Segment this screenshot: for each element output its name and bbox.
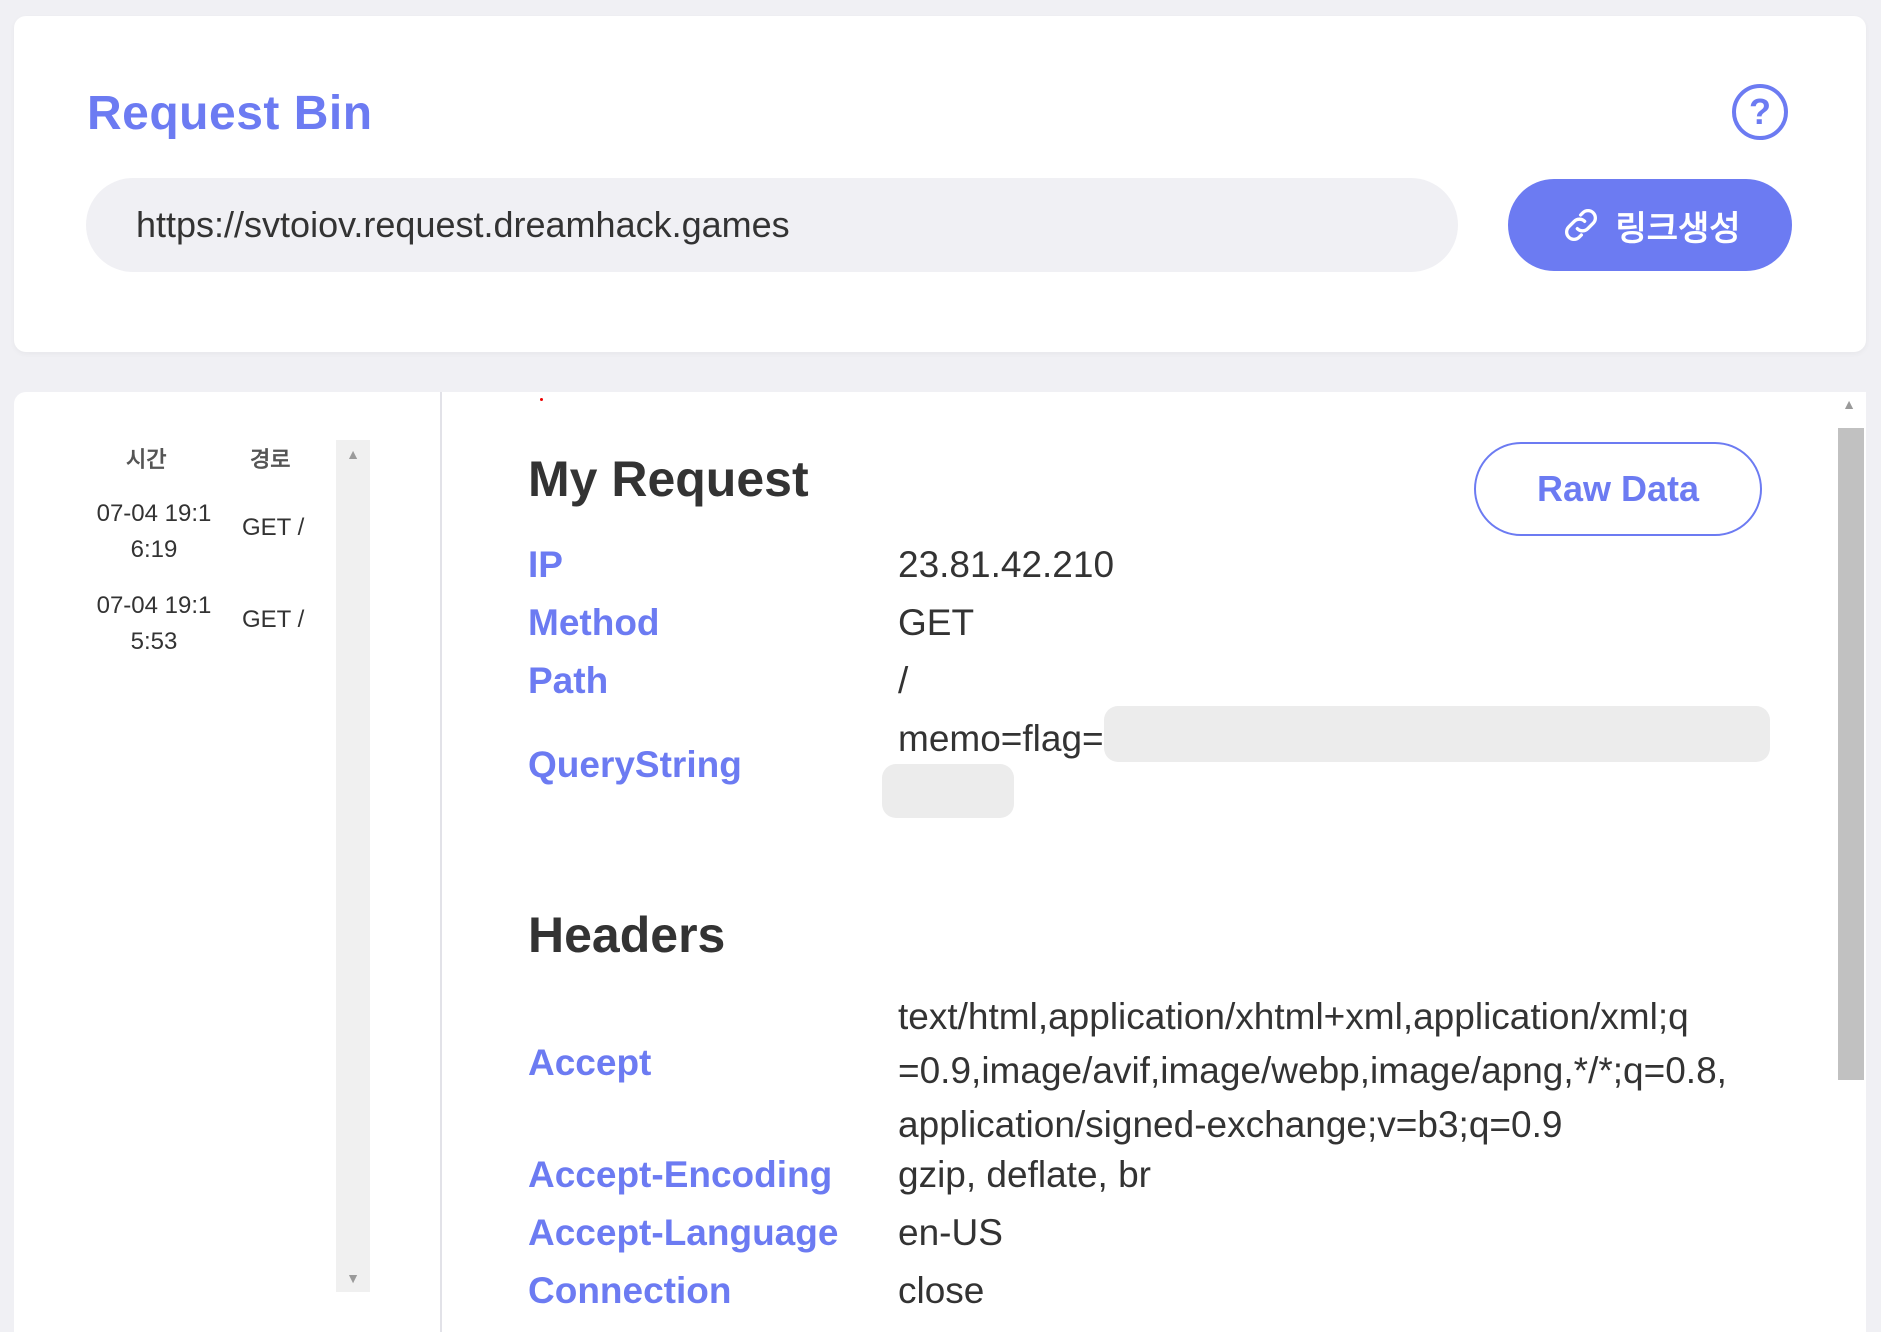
request-path: GET / <box>242 514 305 541</box>
request-time-line1: 07-04 19:1 <box>96 500 212 527</box>
app-title: Request Bin <box>87 87 373 140</box>
accept-value: text/html,application/xhtml+xml,applicat… <box>898 990 1727 1152</box>
raw-data-button[interactable]: Raw Data <box>1474 442 1762 536</box>
method-value: GET <box>898 602 975 643</box>
request-list-item[interactable]: 07-04 19:1 6:19 GET / <box>14 496 334 578</box>
querystring-label: QueryString <box>528 744 742 785</box>
generate-link-button[interactable]: 링크생성 <box>1508 179 1792 271</box>
generate-link-label: 링크생성 <box>1615 209 1741 248</box>
connection-label: Connection <box>528 1270 732 1311</box>
request-time: 07-04 19:1 6:19 <box>80 496 228 568</box>
scroll-down-arrow-icon[interactable]: ▼ <box>336 1270 370 1286</box>
scroll-up-arrow-icon[interactable]: ▲ <box>336 446 370 462</box>
path-value: / <box>898 660 909 701</box>
scroll-up-arrow-icon[interactable]: ▲ <box>1832 396 1866 412</box>
request-list-item[interactable]: 07-04 19:1 5:53 GET / <box>14 588 334 670</box>
request-content: My Request Raw Data IP 23.81.42.210 Meth… <box>446 392 1826 1332</box>
column-header-time: 시간 <box>126 447 167 472</box>
headers-title: Headers <box>528 907 726 963</box>
redacted-value <box>882 764 1014 818</box>
my-request-title: My Request <box>528 451 809 507</box>
accept-value-line: text/html,application/xhtml+xml,applicat… <box>898 996 1689 1037</box>
sidebar-scrollbar[interactable]: ▲ ▼ <box>336 440 370 1292</box>
accept-encoding-value: gzip, deflate, br <box>898 1154 1151 1195</box>
column-header-path: 경로 <box>250 447 291 472</box>
help-button[interactable]: ? <box>1732 84 1788 140</box>
request-time-line2: 5:53 <box>130 628 178 655</box>
accept-label: Accept <box>528 1042 652 1083</box>
accept-value-line: =0.9,image/avif,image/webp,image/apng,*/… <box>898 1050 1727 1091</box>
bin-url-input[interactable] <box>86 178 1458 272</box>
content-scrollbar[interactable]: ▲ <box>1832 392 1866 1332</box>
accept-language-value: en-US <box>898 1212 1003 1253</box>
method-label: Method <box>528 602 660 643</box>
question-circle-icon: ? <box>1749 91 1771 132</box>
request-path: GET / <box>242 606 305 633</box>
request-time-line1: 07-04 19:1 <box>96 592 212 619</box>
request-time-line2: 6:19 <box>130 536 178 563</box>
request-time: 07-04 19:1 5:53 <box>80 588 228 660</box>
accept-value-line: application/signed-exchange;v=b3;q=0.9 <box>898 1104 1563 1145</box>
connection-value: close <box>898 1270 985 1311</box>
ip-label: IP <box>528 544 563 585</box>
accept-encoding-label: Accept-Encoding <box>528 1154 833 1195</box>
querystring-value: memo=flag= <box>898 718 1104 759</box>
link-icon <box>1565 209 1598 241</box>
request-bin-header-card: Request Bin ? 링크생성 <box>14 16 1866 352</box>
ip-value: 23.81.42.210 <box>898 544 1115 585</box>
accept-language-label: Accept-Language <box>528 1212 839 1253</box>
request-list-sidebar: 시간 경로 07-04 19:1 6:19 GET / 07-04 19:1 5… <box>14 392 442 1332</box>
redacted-value <box>1104 706 1770 762</box>
request-detail-card: 시간 경로 07-04 19:1 6:19 GET / 07-04 19:1 5… <box>14 392 1866 1332</box>
red-dot <box>540 398 543 401</box>
path-label: Path <box>528 660 609 701</box>
scrollbar-thumb[interactable] <box>1838 428 1864 1080</box>
